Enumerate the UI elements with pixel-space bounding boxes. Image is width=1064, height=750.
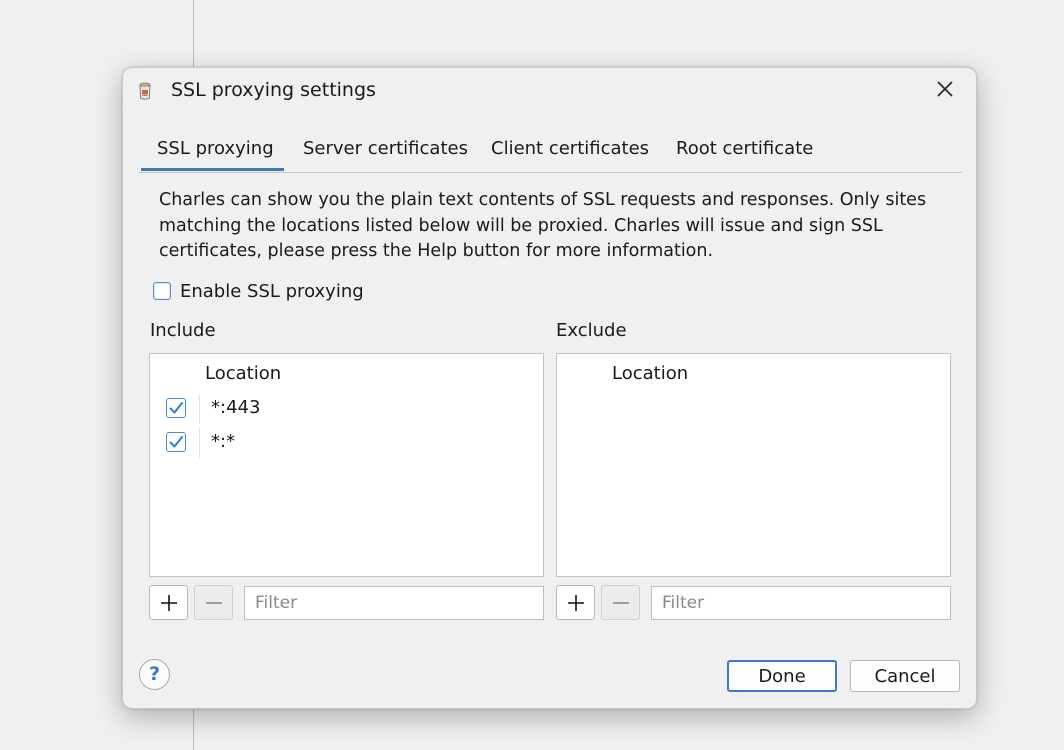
checkmark-icon xyxy=(169,402,183,414)
exclude-remove-button[interactable] xyxy=(601,585,640,620)
exclude-table[interactable]: Location xyxy=(556,353,951,577)
dialog-title: SSL proxying settings xyxy=(171,79,376,101)
plus-icon xyxy=(160,594,177,611)
close-button[interactable] xyxy=(928,76,962,106)
tab-server-certificates[interactable]: Server certificates xyxy=(303,138,468,159)
tab-client-certificates[interactable]: Client certificates xyxy=(491,138,649,159)
enable-ssl-checkbox-box[interactable] xyxy=(153,282,171,300)
title-bar: SSL proxying settings xyxy=(123,68,976,114)
help-button[interactable]: ? xyxy=(139,659,170,690)
row-separator xyxy=(199,428,200,458)
tab-ssl-proxying[interactable]: SSL proxying xyxy=(141,138,284,171)
done-button[interactable]: Done xyxy=(727,660,837,692)
charles-pot-icon xyxy=(137,81,153,101)
enable-ssl-proxying-checkbox[interactable]: Enable SSL proxying xyxy=(153,279,364,303)
include-label: Include xyxy=(150,320,216,341)
row-enabled-checkbox[interactable] xyxy=(166,398,186,418)
row-enabled-checkbox[interactable] xyxy=(166,432,186,452)
include-table[interactable]: Location *:443 *:* xyxy=(149,353,544,577)
tab-root-certificate[interactable]: Root certificate xyxy=(676,138,813,159)
exclude-filter-input[interactable] xyxy=(651,586,951,620)
include-location-cell: *:443 xyxy=(211,397,261,418)
plus-icon xyxy=(567,594,584,611)
cancel-button[interactable]: Cancel xyxy=(850,660,960,692)
include-location-header[interactable]: Location xyxy=(205,363,281,384)
help-icon: ? xyxy=(148,663,161,685)
checkmark-icon xyxy=(169,436,183,448)
include-remove-button[interactable] xyxy=(194,585,233,620)
row-separator xyxy=(199,394,200,424)
table-row[interactable]: *:443 xyxy=(150,392,543,426)
minus-icon xyxy=(612,601,629,604)
exclude-add-button[interactable] xyxy=(556,585,595,620)
include-location-cell: *:* xyxy=(211,431,236,452)
ssl-description: Charles can show you the plain text cont… xyxy=(159,190,927,261)
include-add-button[interactable] xyxy=(149,585,188,620)
include-filter-input[interactable] xyxy=(244,586,544,620)
exclude-location-header[interactable]: Location xyxy=(612,363,688,384)
enable-ssl-label: Enable SSL proxying xyxy=(180,280,364,302)
table-row[interactable]: *:* xyxy=(150,426,543,460)
ssl-proxying-settings-dialog: SSL proxying settings SSL proxying Serve… xyxy=(122,67,977,709)
tab-bar: SSL proxying Server certificates Client … xyxy=(139,134,962,173)
close-icon xyxy=(936,80,954,102)
minus-icon xyxy=(205,601,222,604)
exclude-label: Exclude xyxy=(556,320,627,341)
